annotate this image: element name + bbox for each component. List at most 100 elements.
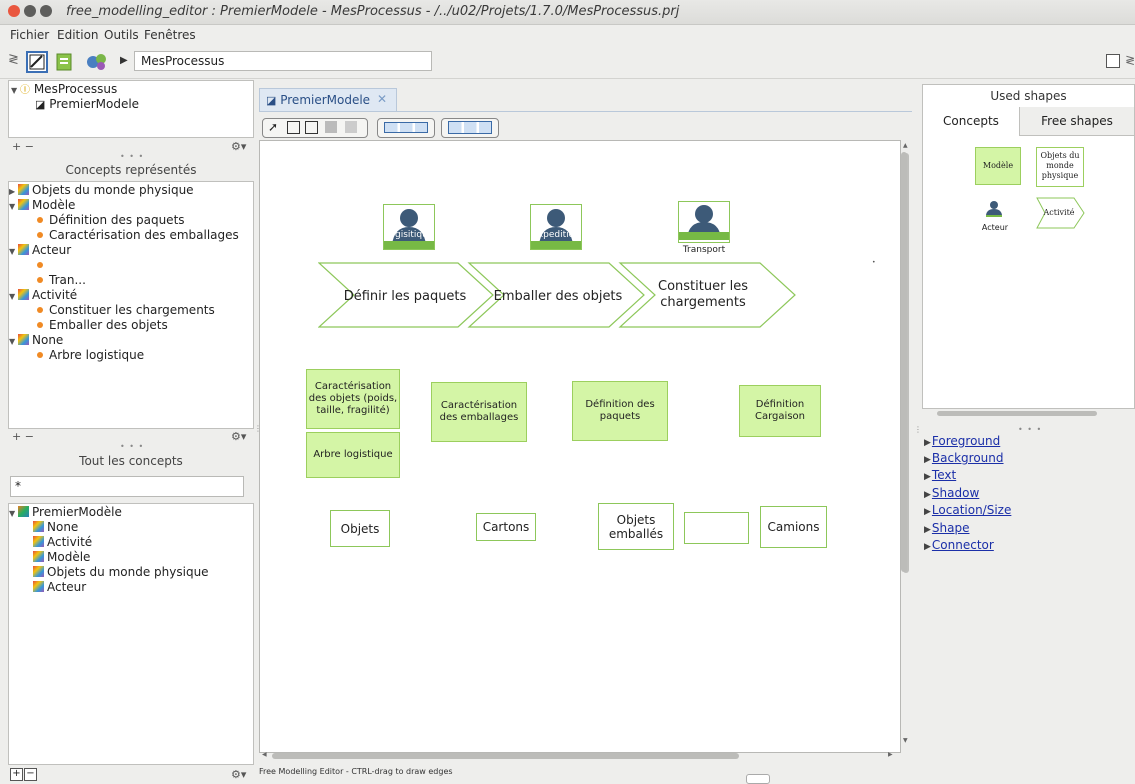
model-arbre-logistique[interactable]: Arbre logistique: [306, 432, 400, 478]
splitter-handle[interactable]: ⋮: [914, 425, 922, 434]
toolbar-overflow-icon[interactable]: ≷: [8, 52, 19, 67]
edge-tool-icon[interactable]: [325, 121, 337, 133]
status-slider[interactable]: [746, 774, 770, 784]
concept-row[interactable]: Arbre logistique: [37, 348, 144, 363]
tree-item-concept[interactable]: Objets du monde physique: [33, 565, 209, 580]
diagram-canvas[interactable]: Logisitique Expedition Transport • Défin…: [259, 140, 909, 753]
tree-item-concept[interactable]: Activité: [33, 535, 92, 550]
activity-emballer-des-objets[interactable]: Emballer des objets: [488, 289, 628, 305]
concepts-header: Concepts représentés: [65, 163, 197, 177]
tab-separator: [259, 111, 912, 112]
object-cartons[interactable]: Cartons: [476, 513, 536, 541]
panel-options-icon[interactable]: ⚙▾: [231, 768, 246, 781]
menu-fichier[interactable]: Fichier: [10, 28, 49, 42]
shape-modele[interactable]: Modèle: [975, 147, 1021, 185]
object-empty[interactable]: [684, 512, 749, 544]
add-button[interactable]: +: [10, 768, 23, 781]
menu-edition[interactable]: Edition: [57, 28, 99, 42]
breadcrumb[interactable]: MesProcessus: [134, 51, 432, 71]
property-connector[interactable]: ▶Connector: [924, 538, 994, 552]
concept-row[interactable]: ▼ Modèle: [9, 198, 75, 214]
remove-button[interactable]: −: [24, 768, 37, 781]
used-shapes-header: Used shapes: [990, 89, 1067, 103]
shapes-horizontal-scrollbar[interactable]: [937, 411, 1097, 416]
scroll-up-icon[interactable]: ▲: [903, 142, 908, 149]
tree-item-premiermodele-root[interactable]: ▼ PremierModèle: [9, 505, 122, 521]
property-location-size[interactable]: ▶Location/Size: [924, 503, 1011, 517]
actor-bar: [531, 241, 581, 249]
property-text[interactable]: ▶Text: [924, 468, 956, 482]
horizontal-scrollbar-thumb[interactable]: [272, 753, 739, 759]
text-tool-icon[interactable]: [345, 121, 357, 133]
tab-free-shapes[interactable]: Free shapes: [1020, 107, 1134, 136]
model-caracterisation-emballages[interactable]: Caractérisation des emballages: [431, 382, 527, 442]
property-shape[interactable]: ▶Shape: [924, 521, 970, 535]
tree-item-concept[interactable]: None: [33, 520, 78, 535]
tab-label: PremierModele: [280, 93, 371, 107]
panel-options-icon[interactable]: ⚙▾: [231, 140, 246, 153]
menu-bar: Fichier Edition Outils Fenêtres: [0, 24, 1135, 46]
align-horizontal-tools[interactable]: [377, 118, 435, 138]
align-vertical-tools[interactable]: [441, 118, 499, 138]
concept-row[interactable]: Caractérisation des emballages: [37, 228, 239, 243]
shape-objets-monde-physique[interactable]: Objets du monde physique: [1036, 147, 1084, 187]
concept-row[interactable]: ▶ Objets du monde physique: [9, 183, 194, 199]
model-wizard-icon[interactable]: [54, 51, 76, 73]
shape-tool-icon[interactable]: [305, 121, 318, 134]
panel-options-icon[interactable]: ⚙▾: [231, 430, 246, 443]
tab-concepts[interactable]: Concepts: [923, 107, 1020, 136]
splitter-handle[interactable]: ⋮: [254, 424, 262, 433]
model-definition-cargaison[interactable]: Définition Cargaison: [739, 385, 821, 437]
splitter-dots: • • •: [120, 442, 145, 451]
property-shadow[interactable]: ▶Shadow: [924, 486, 979, 500]
vertical-scrollbar-thumb[interactable]: [901, 152, 907, 572]
menu-fenetres[interactable]: Fenêtres: [144, 28, 196, 42]
edit-diagram-icon[interactable]: [26, 51, 48, 73]
activity-constituer-les-chargements[interactable]: Constituer les chargements: [644, 279, 762, 311]
concept-filter-input[interactable]: *: [10, 476, 244, 497]
object-objets[interactable]: Objets: [330, 510, 390, 547]
object-objets-emballes[interactable]: Objets emballés: [598, 503, 674, 550]
actor-expedition[interactable]: Expedition: [530, 204, 582, 250]
add-remove-buttons[interactable]: + −: [12, 430, 34, 443]
tab-premiermodele[interactable]: ◪ PremierModele ✕: [259, 88, 397, 112]
actor-transport[interactable]: [678, 201, 730, 243]
shape-activite-label: Activité: [1043, 208, 1075, 217]
model-caracterisation-objets[interactable]: Caractérisation des objets (poids, taill…: [306, 369, 400, 429]
scroll-down-icon[interactable]: ▼: [903, 737, 908, 744]
scroll-right-icon[interactable]: ▶: [888, 751, 893, 758]
concept-row[interactable]: ▼ Acteur: [9, 243, 71, 259]
tree-item-concept[interactable]: Modèle: [33, 550, 90, 565]
concept-row[interactable]: ▼ None: [9, 333, 63, 349]
close-window-icon[interactable]: [8, 5, 20, 17]
actor-logistique[interactable]: Logisitique: [383, 204, 435, 250]
overflow-icon[interactable]: ≷: [1125, 53, 1135, 67]
select-tool-icon[interactable]: ➚: [268, 120, 278, 134]
model-definition-paquets[interactable]: Définition des paquets: [572, 381, 668, 441]
actor-shape-icon[interactable]: [983, 199, 1005, 217]
actor-label: Expedition: [532, 230, 580, 240]
perspective-icon[interactable]: [1106, 54, 1120, 68]
concept-row[interactable]: Emballer des objets: [37, 318, 168, 333]
tree-item-mesprocessus[interactable]: ▼ Ⓘ MesProcessus: [11, 82, 117, 98]
property-foreground[interactable]: ▶Foreground: [924, 434, 1000, 448]
rectangle-tool-icon[interactable]: [287, 121, 300, 134]
concept-row[interactable]: Définition des paquets: [37, 213, 185, 228]
activity-definir-les-paquets[interactable]: Définir les paquets: [342, 289, 468, 305]
minimize-window-icon[interactable]: [24, 5, 36, 17]
property-background[interactable]: ▶Background: [924, 451, 1004, 465]
menu-outils[interactable]: Outils: [104, 28, 139, 42]
concept-row[interactable]: ▼ Activité: [9, 288, 77, 304]
concept-row[interactable]: [37, 258, 49, 273]
maximize-window-icon[interactable]: [40, 5, 52, 17]
concept-row[interactable]: Tran...: [37, 273, 86, 288]
tree-item-concept[interactable]: Acteur: [33, 580, 86, 595]
tree-item-premiermodele[interactable]: ◪ PremierModele: [35, 97, 139, 112]
concept-row[interactable]: Constituer les chargements: [37, 303, 215, 318]
close-tab-icon[interactable]: ✕: [377, 92, 387, 106]
play-icon[interactable]: ▶: [120, 55, 128, 66]
scroll-left-icon[interactable]: ◀: [262, 751, 267, 758]
object-camions[interactable]: Camions: [760, 506, 827, 548]
add-remove-buttons[interactable]: + −: [12, 140, 34, 153]
settings-gears-icon[interactable]: [84, 51, 106, 73]
